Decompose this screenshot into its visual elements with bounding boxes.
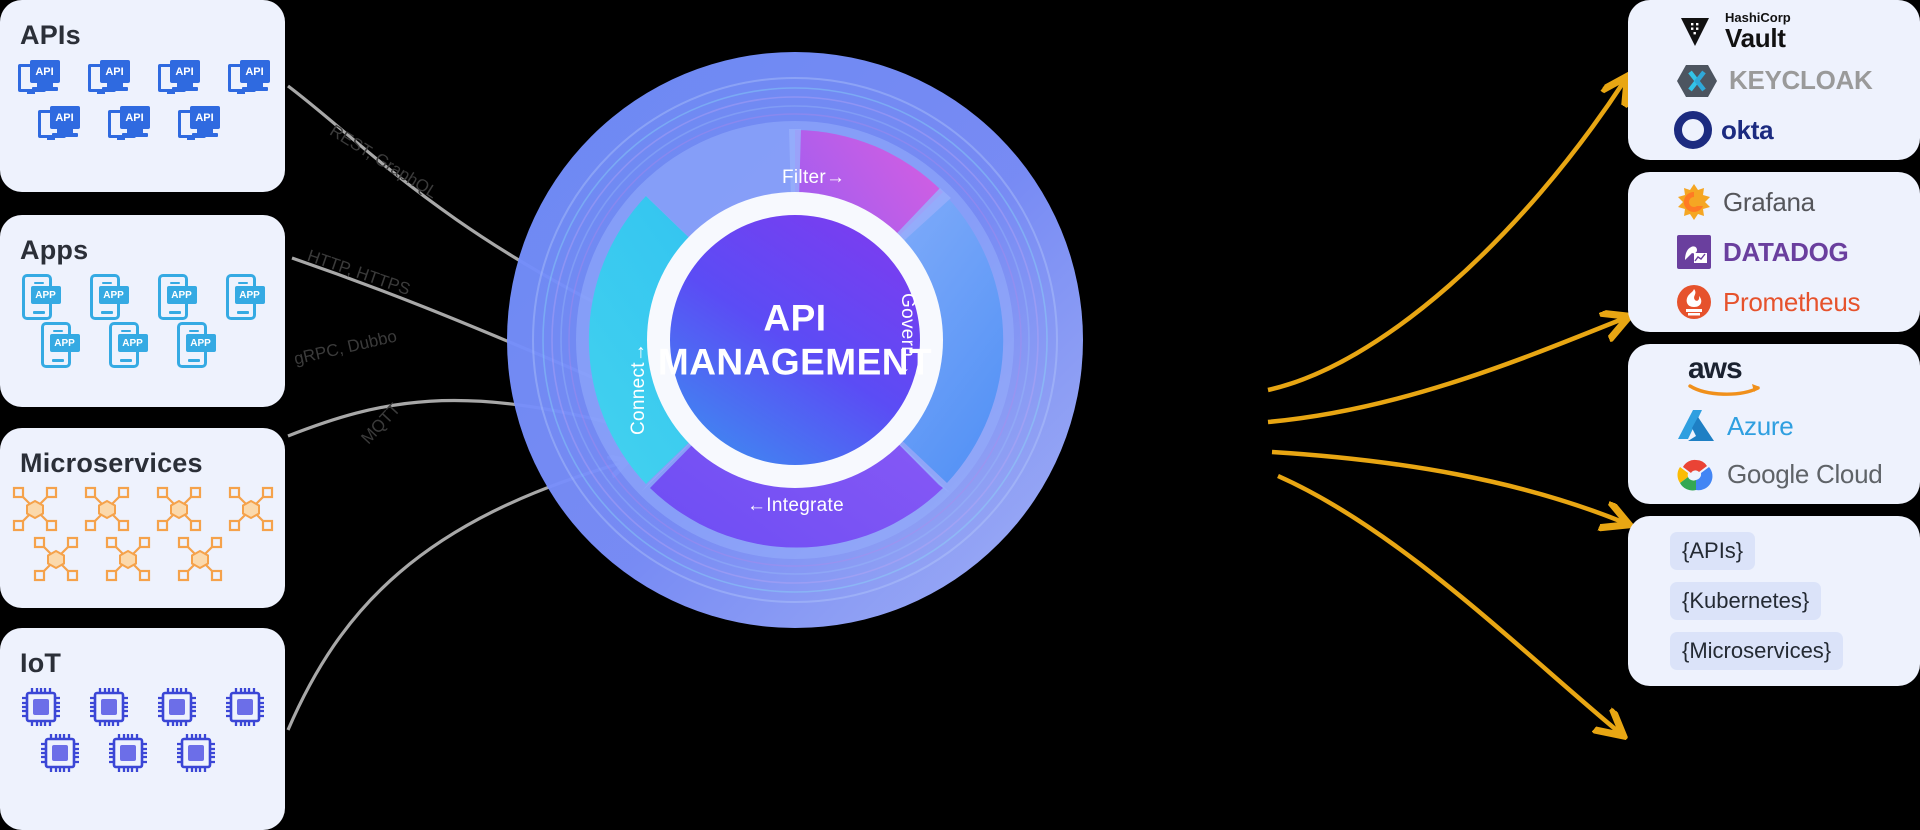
logo-row-azure[interactable]: Azure [1628, 407, 1920, 446]
outbound-arrow-identity [1267, 80, 1625, 393]
prometheus-label: Prometheus [1723, 286, 1861, 317]
logo-row-prometheus[interactable]: Prometheus [1628, 282, 1920, 322]
datadog-icon [1677, 235, 1711, 269]
microservices-pill[interactable]: {Microservices} [1670, 632, 1844, 670]
target-card-runtime[interactable]: {APIs} {Kubernetes} {Microservices} [1628, 516, 1920, 686]
logo-row-datadog[interactable]: DATADOG [1628, 232, 1920, 272]
logo-row-okta[interactable]: okta [1628, 111, 1920, 151]
azure-icon [1678, 410, 1714, 442]
target-card-observability[interactable]: Grafana DATADOG Prometheus [1628, 172, 1920, 332]
pill-row-microservices[interactable]: {Microservices} [1628, 631, 1920, 671]
google-cloud-label: Google Cloud [1727, 459, 1883, 490]
aws-label: aws [1688, 352, 1743, 385]
logo-row-vault[interactable]: HashiCorp Vault [1628, 10, 1920, 51]
outbound-arrow-cloud [1271, 449, 1625, 523]
logo-row-aws[interactable]: aws [1628, 354, 1920, 397]
prometheus-icon [1677, 285, 1711, 319]
apis-pill[interactable]: {APIs} [1670, 532, 1756, 570]
pill-row-kubernetes[interactable]: {Kubernetes} [1628, 581, 1920, 621]
aws-swoosh-icon [1688, 384, 1760, 396]
logo-row-keycloak[interactable]: KEYCLOAK [1628, 61, 1920, 101]
datadog-label: DATADOG [1723, 236, 1849, 267]
google-cloud-icon [1677, 459, 1713, 491]
logo-row-grafana[interactable]: Grafana [1628, 182, 1920, 222]
outbound-arrow-group [1267, 80, 1625, 733]
azure-label: Azure [1727, 410, 1794, 441]
hashicorp-vault-icon [1681, 17, 1709, 46]
grafana-icon [1678, 184, 1710, 220]
grafana-label: Grafana [1723, 186, 1815, 217]
keycloak-icon [1677, 64, 1717, 97]
target-card-cloud[interactable]: aws Azure Google Cloud [1628, 344, 1920, 504]
vault-label: Vault [1725, 23, 1786, 53]
target-card-identity[interactable]: HashiCorp Vault KEYCLOAK okta [1628, 0, 1920, 160]
logo-row-google-cloud[interactable]: Google Cloud [1628, 456, 1920, 495]
okta-icon [1674, 111, 1712, 150]
okta-label: okta [1721, 114, 1774, 145]
pill-row-apis[interactable]: {APIs} [1628, 531, 1920, 571]
outbound-arrow-runtime [1277, 473, 1620, 733]
kubernetes-pill[interactable]: {Kubernetes} [1670, 582, 1822, 620]
api-management-hub: API MANAGEMENT Filter→ Govern→ ←Integrat… [500, 45, 1090, 635]
keycloak-label: KEYCLOAK [1729, 65, 1873, 96]
